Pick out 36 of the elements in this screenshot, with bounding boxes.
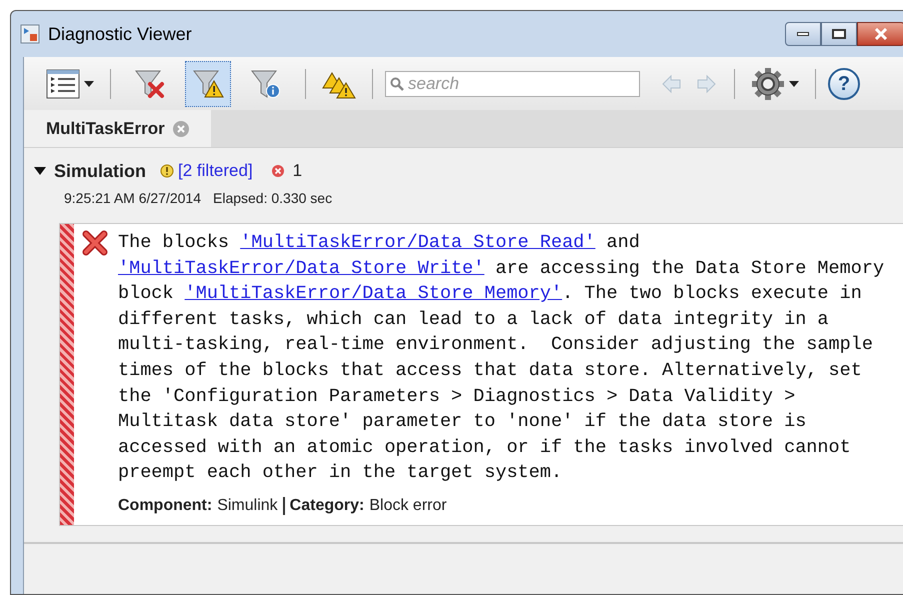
window-title: Diagnostic Viewer [48,22,192,46]
maximize-button[interactable] [821,22,857,46]
block-link[interactable]: 'MultiTaskError/Data Store Memory' [184,283,562,304]
search-icon [390,76,404,90]
separator-bar [282,496,285,515]
caret-icon [789,80,799,86]
block-link[interactable]: 'MultiTaskError/Data Store Read' [240,232,596,253]
gear-icon [751,66,785,100]
expand-toggle-icon[interactable] [34,166,46,176]
tab-label: MultiTaskError [46,118,165,140]
minimize-button[interactable] [785,22,821,46]
back-arrow-icon [660,72,683,94]
forward-arrow-icon [695,72,718,94]
error-count: 1 [292,160,302,182]
caret-icon [84,80,94,86]
warning-info-icon [160,164,174,178]
block-link[interactable]: 'MultiTaskError/Data [118,258,352,279]
filtered-link[interactable]: [2 filtered] [178,158,253,184]
close-icon [874,28,888,40]
error-x-icon [82,230,108,256]
timestamp: 9:25:21 AM 6/27/2014 [64,189,201,208]
error-message: The blocks 'MultiTaskError/Data Store Read' and 'MultiTaskError/Data Store Write' are accessing the Data Store Memory block 'MultiTaskError/Data Store Memory'. The two blocks execute in different tasks, which can lead to a lack of data integrity in a multi-tasking, real-time environment. Consider adjusting the sample times of the blocks that access that data store. Alternatively, set the 'Configuration Parameters > Diagnostics > Data Validity > Multitask data store' parameter to 'none' if the data store is accessed with an atomic operation, or if the tasks involved cannot preempt each other in the target system. [118,231,886,486]
help-button[interactable]: ? [828,68,860,100]
warning-filter-button[interactable] [185,60,231,106]
footer-value: Block error [369,496,447,516]
block-link[interactable]: Store Write' [351,258,484,279]
footer-value: Simulink [217,496,278,516]
group-name: Simulation [54,160,146,182]
elapsed-time: Elapsed: 0.330 sec [213,189,332,208]
close-button[interactable] [857,22,903,46]
search-field[interactable]: search [385,70,640,96]
footer-label: Component: [118,496,212,516]
footer-label: Category: [290,496,364,516]
document-tab[interactable]: MultiTaskError [24,110,211,147]
error-count-icon [270,164,285,178]
app-icon [20,24,40,44]
